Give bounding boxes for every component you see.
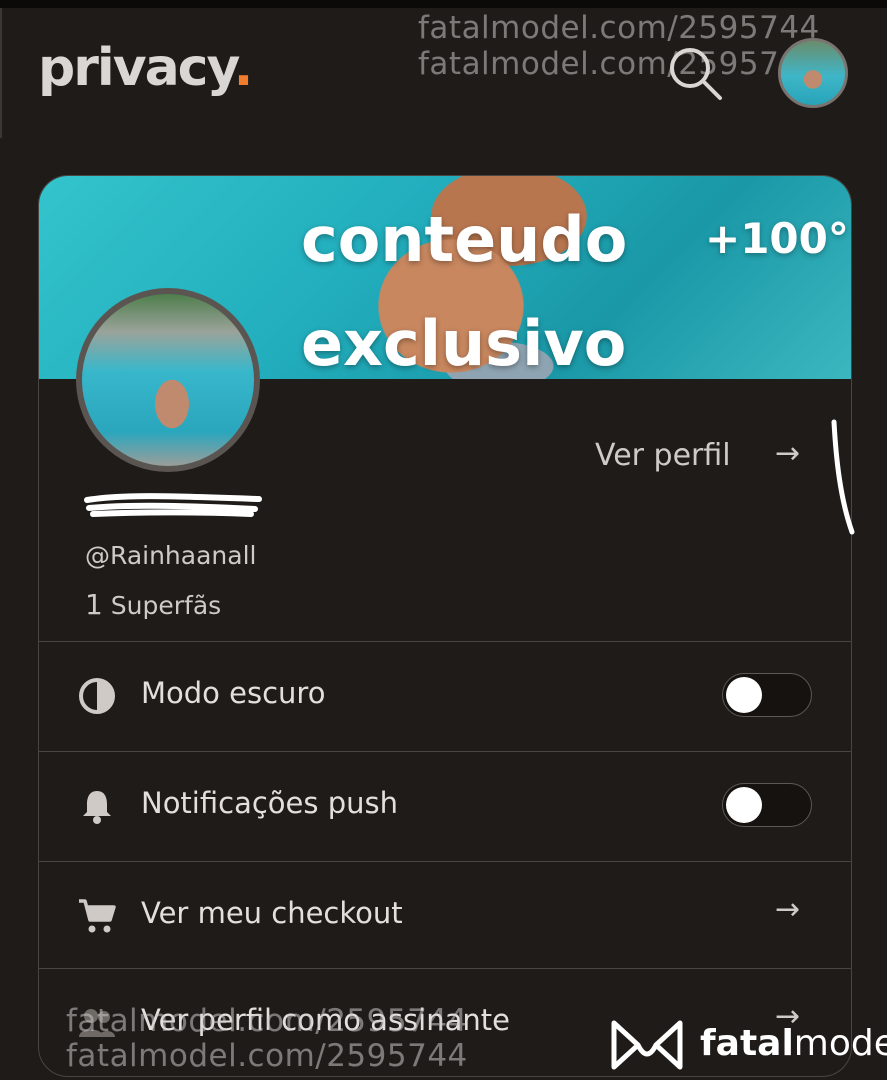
bell-icon (83, 791, 111, 824)
watermark-text: fatalmodel.com/2595744 (66, 1003, 468, 1039)
menu-item-push-notifications[interactable]: Notificações push (39, 751, 851, 862)
toggle-knob (726, 787, 762, 823)
fatalmodel-brand-text: fatalmodel (700, 1023, 887, 1064)
watermark-text: fatalmodel.com/2595744 (418, 10, 820, 46)
search-icon[interactable] (666, 44, 724, 102)
menu-item-label: Ver meu checkout (141, 896, 403, 930)
contrast-icon (79, 678, 115, 714)
profile-avatar[interactable] (76, 288, 260, 472)
top-border (0, 0, 887, 8)
profile-handle: @Rainhaanall (85, 541, 257, 570)
avatar[interactable] (778, 38, 848, 108)
banner-line-2: exclusivo (301, 307, 627, 380)
menu-item-label: Notificações push (141, 786, 398, 820)
menu-item-checkout[interactable]: Ver meu checkout → (39, 861, 851, 972)
push-notifications-toggle[interactable] (722, 783, 812, 827)
cart-icon (79, 899, 116, 933)
toggle-knob (726, 677, 762, 713)
view-profile-link[interactable]: Ver perfil (595, 438, 731, 473)
menu-item-dark-mode[interactable]: Modo escuro (39, 641, 851, 752)
superfans-count: 1 Superfãs (85, 588, 222, 621)
menu-item-label: Modo escuro (141, 676, 326, 710)
watermark-text: fatalmodel.com/2595744 (66, 1038, 468, 1074)
banner-line-1: conteudo (301, 203, 628, 276)
banner-title: conteudo exclusivo (301, 188, 628, 396)
left-edge (0, 8, 2, 138)
privacy-logo[interactable]: privacy. (38, 38, 253, 98)
watermark-text: fatalmodel.com/2595744 (418, 46, 820, 82)
redacted-name-scribble (84, 493, 262, 517)
arrow-right-icon: → (775, 892, 801, 927)
arrow-right-icon[interactable]: → (775, 436, 800, 471)
hand-drawn-line (831, 419, 855, 535)
banner-count: +100° (705, 214, 849, 263)
dark-mode-toggle[interactable] (722, 673, 812, 717)
profile-menu-card: conteudo exclusivo +100° Ver perfil → @R… (38, 175, 852, 1077)
